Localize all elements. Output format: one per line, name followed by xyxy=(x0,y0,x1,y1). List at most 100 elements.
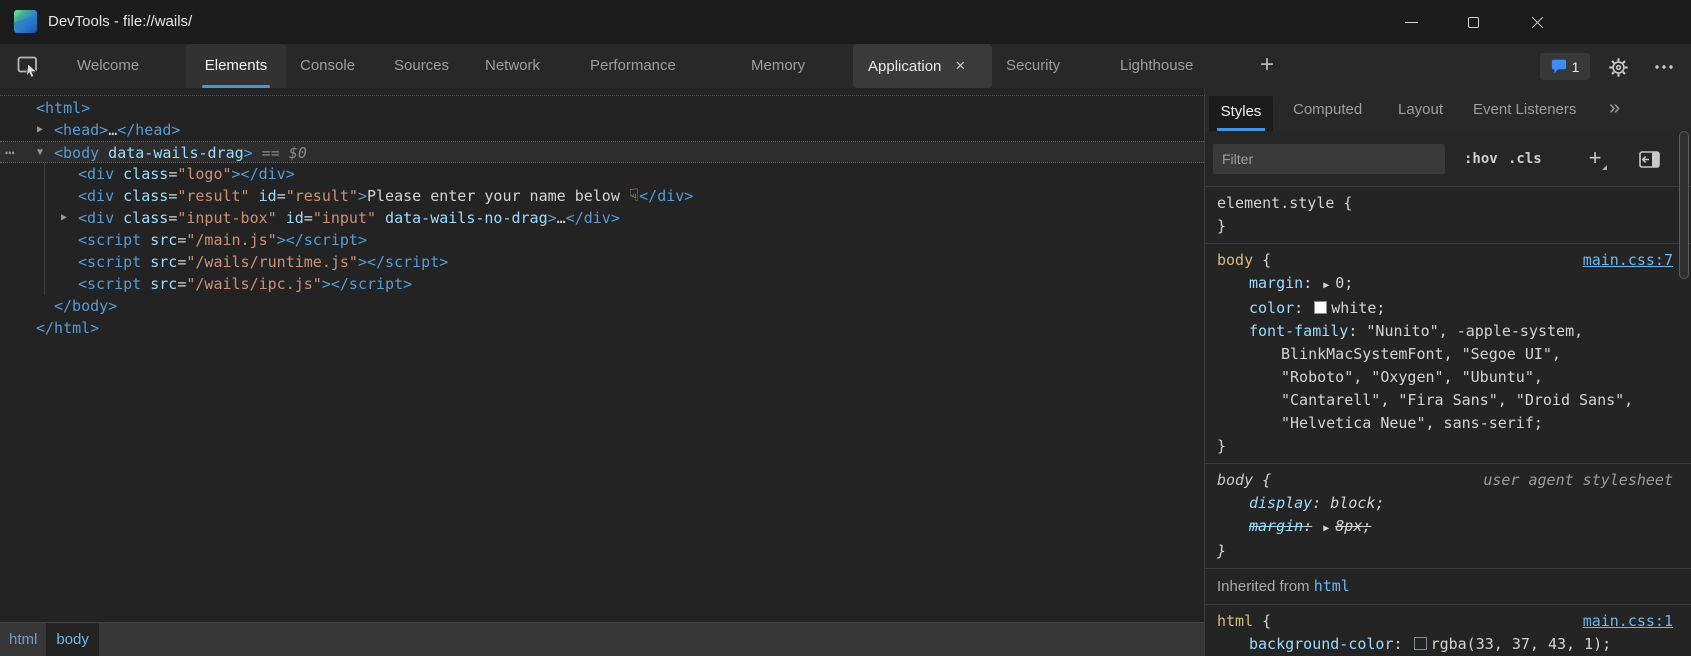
tab-elements[interactable]: Elements xyxy=(186,44,286,88)
pointing-down-icon: ☟ xyxy=(629,186,639,206)
dom-node[interactable]: <script src="/wails/ipc.js"></script> xyxy=(0,273,1204,295)
css-declaration-margin[interactable]: margin: ▶0; xyxy=(1217,272,1691,297)
collapse-arrow-icon[interactable]: ▼ xyxy=(37,142,43,164)
inspect-element-button[interactable] xyxy=(12,52,46,82)
main-toolbar: Welcome Elements Console Sources Network Perf… xyxy=(0,44,1691,88)
new-rule-dropdown-indicator xyxy=(1602,165,1607,170)
tab-label: Network xyxy=(485,57,540,74)
dom-node[interactable]: ▶<div class="input-box" id="input" data-… xyxy=(0,207,1204,229)
gear-icon xyxy=(1608,57,1629,78)
tab-label: Sources xyxy=(394,57,449,74)
tab-network[interactable]: Network xyxy=(485,44,540,88)
new-style-rule-button[interactable]: + xyxy=(1581,145,1609,173)
dom-token-attr: id xyxy=(250,187,277,205)
css-declaration-color[interactable]: color: white; xyxy=(1217,297,1691,320)
color-swatch[interactable] xyxy=(1414,637,1427,650)
styles-pane: element.style {}body {main.css:7margin: … xyxy=(1205,187,1691,656)
sidebar-tab-computed[interactable]: Computed xyxy=(1293,88,1362,131)
tab-application[interactable]: Application× xyxy=(853,44,992,88)
dom-token-tag: <div xyxy=(78,165,114,183)
dom-token-tag: </div> xyxy=(639,187,693,205)
toggle-element-state-button[interactable]: :hov xyxy=(1464,146,1498,172)
tab-console[interactable]: Console xyxy=(300,44,355,88)
close-button[interactable] xyxy=(1515,0,1559,44)
rule-closing-brace: } xyxy=(1217,435,1691,458)
expand-longhand-icon[interactable]: ▶ xyxy=(1323,523,1329,534)
dom-token-attr: data-wails-drag xyxy=(99,144,244,162)
tab-sources[interactable]: Sources xyxy=(394,44,449,88)
dom-token-tag: ></div> xyxy=(232,165,295,183)
stylesheet-source-link[interactable]: main.css:7 xyxy=(1583,249,1673,272)
rule-closing-brace: } xyxy=(1217,215,1691,238)
sidebar-tab-strip: » Styles Computed Layout Event Listeners xyxy=(1205,88,1691,131)
dom-node[interactable]: </body> xyxy=(0,295,1204,317)
stylesheet-source-link[interactable]: main.css:1 xyxy=(1583,610,1673,633)
css-declaration-margin[interactable]: margin: ▶8px; xyxy=(1217,515,1691,540)
tab-lighthouse[interactable]: Lighthouse xyxy=(1120,44,1193,88)
tab-welcome[interactable]: Welcome xyxy=(77,44,139,88)
breadcrumb-item-html[interactable]: html xyxy=(0,623,46,656)
css-property-value: "Nunito", -apple-system, xyxy=(1366,322,1583,340)
devtools-content: <html>▶<head>…</head>⋯▼<body data-wails-… xyxy=(0,88,1691,656)
tab-security[interactable]: Security xyxy=(1006,44,1060,88)
css-declaration-font-family[interactable]: font-family: "Nunito", -apple-system, xyxy=(1217,320,1691,343)
more-sidebar-tabs-button[interactable]: » xyxy=(1609,88,1620,129)
sidebar-tab-styles[interactable]: Styles xyxy=(1209,96,1273,131)
node-menu-dots-icon[interactable]: ⋯ xyxy=(5,142,16,164)
dom-token-tag: ></script> xyxy=(277,231,367,249)
styles-scrollbar[interactable] xyxy=(1679,131,1689,279)
expand-arrow-icon[interactable]: ▶ xyxy=(37,119,43,141)
dom-node[interactable]: <html> xyxy=(0,97,1204,119)
sidebar-tab-event-listeners[interactable]: Event Listeners xyxy=(1473,88,1576,131)
styles-toolbar: :hov .cls + xyxy=(1205,131,1691,187)
dom-token-attr: class xyxy=(114,187,168,205)
element-classes-button[interactable]: .cls xyxy=(1508,146,1542,172)
dom-node-selected[interactable]: ⋯▼<body data-wails-drag> == $0 xyxy=(0,141,1204,163)
dom-node[interactable]: <div class="logo"></div> xyxy=(0,163,1204,185)
sidebar-tab-layout[interactable]: Layout xyxy=(1398,88,1443,131)
dom-token-val: "input" xyxy=(313,209,376,227)
toggle-computed-sidebar-button[interactable] xyxy=(1635,147,1663,171)
tab-memory[interactable]: Memory xyxy=(751,44,805,88)
maximize-button[interactable] xyxy=(1451,0,1495,44)
dom-node[interactable]: <script src="/main.js"></script> xyxy=(0,229,1204,251)
tab-label: Console xyxy=(300,57,355,74)
css-declaration-background-color[interactable]: background-color: rgba(33, 37, 43, 1); xyxy=(1217,633,1691,656)
tab-label: Performance xyxy=(590,57,676,74)
customize-devtools-button[interactable] xyxy=(1650,54,1678,80)
dom-node[interactable]: <script src="/wails/runtime.js"></script… xyxy=(0,251,1204,273)
expand-arrow-icon[interactable]: ▶ xyxy=(61,207,67,229)
minimize-button[interactable] xyxy=(1389,0,1433,44)
inherited-node-link[interactable]: html xyxy=(1314,577,1350,595)
css-declaration-display[interactable]: display: block; xyxy=(1217,492,1691,515)
dom-token-tag: <script xyxy=(78,275,141,293)
dom-token-tag: > xyxy=(548,209,557,227)
dom-tree: <html>▶<head>…</head>⋯▼<body data-wails-… xyxy=(0,97,1204,339)
dom-token-tag: ></script> xyxy=(322,275,412,293)
settings-button[interactable] xyxy=(1604,54,1632,80)
dom-node[interactable]: </html> xyxy=(0,317,1204,339)
inherited-from-header: Inherited from html xyxy=(1205,569,1691,605)
css-value-continuation: "Helvetica Neue", sans-serif; xyxy=(1217,412,1691,435)
close-tab-icon[interactable]: × xyxy=(955,44,965,88)
css-colon: : xyxy=(1312,494,1321,512)
dom-token-val: "/main.js" xyxy=(186,231,276,249)
dom-token-val: "logo" xyxy=(177,165,231,183)
css-property-name: margin xyxy=(1249,274,1303,292)
tab-performance[interactable]: Performance xyxy=(590,44,676,88)
css-colon: : xyxy=(1303,517,1312,535)
dom-node[interactable]: ▶<head>…</head> xyxy=(0,119,1204,141)
color-swatch[interactable] xyxy=(1314,301,1327,314)
expand-longhand-icon[interactable]: ▶ xyxy=(1323,280,1329,291)
style-rule-html: html {main.css:1background-color: rgba(3… xyxy=(1205,605,1691,656)
dom-token-tag: ></script> xyxy=(358,253,448,271)
more-tools-button[interactable]: + xyxy=(1253,44,1281,88)
issues-counter-button[interactable]: 1 xyxy=(1540,53,1590,80)
breadcrumb-item-body[interactable]: body xyxy=(46,623,99,656)
dom-token-attr: id xyxy=(277,209,304,227)
rule-closing-brace: } xyxy=(1217,540,1691,563)
rule-selector-line[interactable]: element.style { xyxy=(1217,192,1691,215)
dom-node[interactable]: <div class="result" id="result">Please e… xyxy=(0,185,1204,207)
styles-filter-input[interactable] xyxy=(1213,144,1445,174)
dom-token-meta: == $0 xyxy=(253,144,307,162)
